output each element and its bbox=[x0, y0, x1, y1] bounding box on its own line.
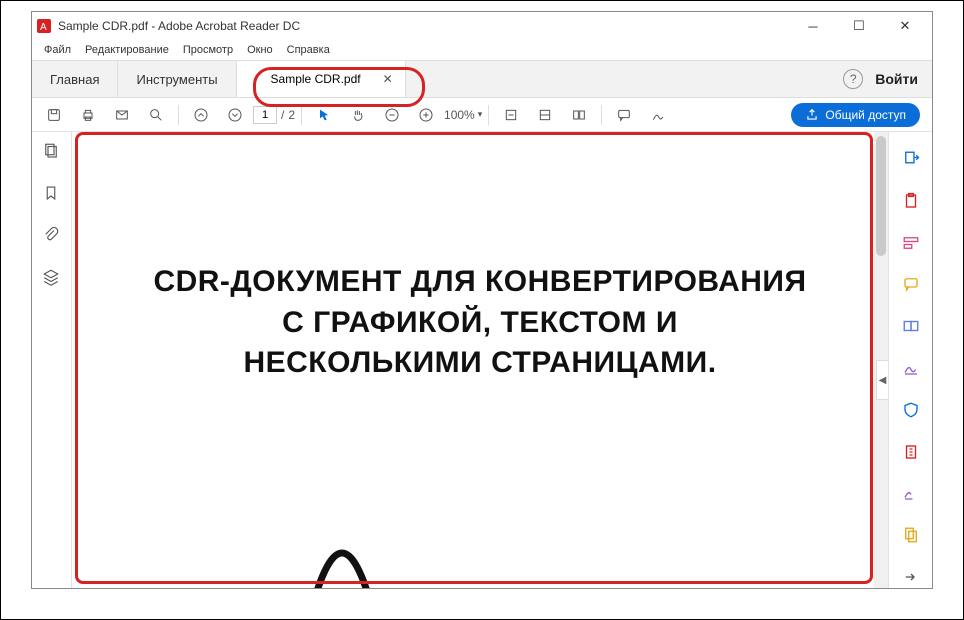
combine-icon[interactable] bbox=[900, 315, 922, 337]
window-title: Sample CDR.pdf - Adobe Acrobat Reader DC bbox=[58, 19, 300, 33]
menu-help[interactable]: Справка bbox=[281, 42, 336, 58]
redact-icon[interactable] bbox=[900, 483, 922, 505]
hand-icon[interactable] bbox=[342, 101, 374, 129]
document-graphic bbox=[282, 488, 402, 588]
maximize-button[interactable]: ☐ bbox=[836, 12, 882, 40]
view-mode-icon[interactable] bbox=[563, 101, 595, 129]
share-label: Общий доступ bbox=[825, 108, 906, 122]
scrollbar-thumb[interactable] bbox=[876, 136, 886, 256]
page-current-input[interactable] bbox=[253, 106, 277, 124]
mail-icon[interactable] bbox=[106, 101, 138, 129]
close-button[interactable]: ✕ bbox=[882, 12, 928, 40]
edit-pdf-icon[interactable] bbox=[900, 232, 922, 254]
zoom-in-icon[interactable] bbox=[410, 101, 442, 129]
menu-file[interactable]: Файл bbox=[38, 42, 77, 58]
print-icon[interactable] bbox=[72, 101, 104, 129]
document-headline: CDR-ДОКУМЕНТ ДЛЯ КОНВЕРТИРОВАНИЯ С ГРАФИ… bbox=[92, 262, 868, 384]
toolbar: / 2 100%▾ Общий доступ bbox=[32, 98, 932, 132]
titlebar: A Sample CDR.pdf - Adobe Acrobat Reader … bbox=[32, 12, 932, 40]
organize-icon[interactable] bbox=[900, 524, 922, 546]
more-tools-icon[interactable] bbox=[900, 566, 922, 588]
page-indicator: / 2 bbox=[253, 106, 295, 124]
menu-edit[interactable]: Редактирование bbox=[79, 42, 175, 58]
menu-window[interactable]: Окно bbox=[241, 42, 279, 58]
bookmark-icon[interactable] bbox=[42, 184, 62, 204]
menubar: Файл Редактирование Просмотр Окно Справк… bbox=[32, 40, 932, 60]
login-button[interactable]: Войти bbox=[875, 71, 918, 87]
svg-text:A: A bbox=[40, 22, 47, 33]
right-panel-toggle[interactable]: ◀ bbox=[876, 360, 888, 400]
tab-close-icon[interactable]: ✕ bbox=[379, 70, 397, 88]
save-icon[interactable] bbox=[38, 101, 70, 129]
protect-icon[interactable] bbox=[900, 399, 922, 421]
headline-line2: С ГРАФИКОЙ, ТЕКСТОМ И bbox=[92, 303, 868, 344]
sign-icon[interactable] bbox=[642, 101, 674, 129]
tab-tools[interactable]: Инструменты bbox=[118, 61, 236, 97]
search-icon[interactable] bbox=[140, 101, 172, 129]
tab-document[interactable]: Sample CDR.pdf ✕ bbox=[237, 61, 406, 97]
comment-icon[interactable] bbox=[608, 101, 640, 129]
page-up-icon[interactable] bbox=[185, 101, 217, 129]
help-icon[interactable]: ? bbox=[843, 69, 863, 89]
fit-page-icon[interactable] bbox=[529, 101, 561, 129]
tab-document-label: Sample CDR.pdf bbox=[271, 72, 361, 86]
page-total: 2 bbox=[288, 108, 295, 122]
page-down-icon[interactable] bbox=[219, 101, 251, 129]
fill-sign-icon[interactable] bbox=[900, 357, 922, 379]
compress-icon[interactable] bbox=[900, 441, 922, 463]
pointer-icon[interactable] bbox=[308, 101, 340, 129]
create-pdf-icon[interactable] bbox=[900, 190, 922, 212]
thumbnails-icon[interactable] bbox=[42, 142, 62, 162]
page-sep: / bbox=[281, 108, 284, 122]
tab-home[interactable]: Главная bbox=[32, 61, 118, 97]
document-page[interactable]: CDR-ДОКУМЕНТ ДЛЯ КОНВЕРТИРОВАНИЯ С ГРАФИ… bbox=[72, 132, 888, 588]
body: CDR-ДОКУМЕНТ ДЛЯ КОНВЕРТИРОВАНИЯ С ГРАФИ… bbox=[32, 132, 932, 588]
menu-view[interactable]: Просмотр bbox=[177, 42, 239, 58]
right-sidebar bbox=[888, 132, 932, 588]
app-icon: A bbox=[36, 18, 52, 34]
comment-tool-icon[interactable] bbox=[900, 273, 922, 295]
minimize-button[interactable]: ─ bbox=[790, 12, 836, 40]
document-area: CDR-ДОКУМЕНТ ДЛЯ КОНВЕРТИРОВАНИЯ С ГРАФИ… bbox=[72, 132, 888, 588]
headline-line1: CDR-ДОКУМЕНТ ДЛЯ КОНВЕРТИРОВАНИЯ bbox=[92, 262, 868, 303]
left-sidebar bbox=[32, 132, 72, 588]
attachment-icon[interactable] bbox=[42, 226, 62, 246]
zoom-level[interactable]: 100%▾ bbox=[444, 108, 482, 122]
headline-line3: НЕСКОЛЬКИМИ СТРАНИЦАМИ. bbox=[92, 343, 868, 384]
export-pdf-icon[interactable] bbox=[900, 148, 922, 170]
layers-icon[interactable] bbox=[42, 268, 62, 288]
fit-width-icon[interactable] bbox=[495, 101, 527, 129]
share-button[interactable]: Общий доступ bbox=[791, 103, 920, 127]
app-window: A Sample CDR.pdf - Adobe Acrobat Reader … bbox=[31, 11, 933, 589]
tabbar: Главная Инструменты Sample CDR.pdf ✕ ? В… bbox=[32, 60, 932, 98]
zoom-out-icon[interactable] bbox=[376, 101, 408, 129]
